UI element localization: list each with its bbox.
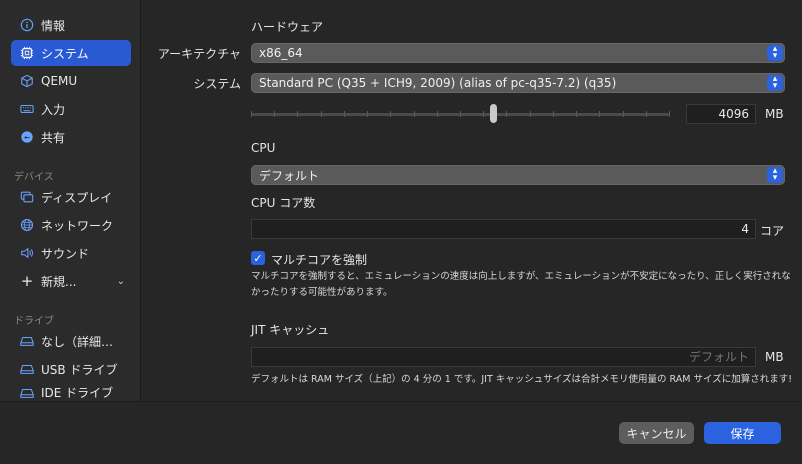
sidebar-item-label: IDE ドライブ xyxy=(41,386,114,400)
sidebar-item-label: ディスプレイ xyxy=(41,190,113,205)
sidebar-item-system[interactable]: システム xyxy=(11,40,131,66)
jit-cache-heading: JIT キャッシュ xyxy=(251,323,330,337)
force-multicore-description-1: マルチコアを強制すると、エミュレーションの速度は向上しますが、エミュレーションが… xyxy=(251,271,791,282)
keyboard-icon xyxy=(19,101,35,117)
slider-tick xyxy=(530,111,531,117)
sidebar-item-display[interactable]: ディスプレイ xyxy=(11,184,131,210)
checkmark-icon: ✓ xyxy=(253,251,263,265)
chevron-down-icon: ⌄ xyxy=(116,275,125,287)
drives-section-title: ドライブ xyxy=(14,316,54,327)
globe-icon xyxy=(19,217,35,233)
slider-tick xyxy=(460,111,461,117)
system-select[interactable]: Standard PC (Q35 + ICH9, 2009) (alias of… xyxy=(251,73,785,93)
settings-panel: ハードウェア アーキテクチャ x86_64 ▴ ▾ システム Standard P… xyxy=(141,0,802,401)
cpu-select[interactable]: デフォルト ▴ ▾ xyxy=(251,165,785,185)
sidebar-item-label: 入力 xyxy=(41,102,66,117)
slider-tick xyxy=(599,111,600,117)
new-device-menu[interactable]: + 新規... ⌄ xyxy=(11,268,131,294)
slider-tick xyxy=(321,111,322,117)
sidebar-item-sound[interactable]: サウンド xyxy=(11,240,131,266)
cancel-button[interactable]: キャンセル xyxy=(619,422,694,444)
sidebar-item-network[interactable]: ネットワーク xyxy=(11,212,131,238)
sidebar-item-label: システム xyxy=(41,46,89,61)
sidebar-item-label: USB ドライブ xyxy=(41,362,118,377)
info-icon xyxy=(19,17,35,33)
chevron-updown-icon: ▴ ▾ xyxy=(767,167,783,183)
sidebar-item-qemu[interactable]: QEMU xyxy=(11,68,131,94)
share-icon xyxy=(19,129,35,145)
sidebar: 情報 システム QEMU 入力 共有 デバイス ディスプレイ ネットワーク サウ… xyxy=(0,0,141,401)
jit-cache-description: デフォルトは RAM サイズ（上記）の 4 分の 1 です。JIT キャッシュサ… xyxy=(251,374,792,385)
drive-icon xyxy=(19,385,35,401)
sidebar-item-label: 情報 xyxy=(41,18,66,33)
slider-tick xyxy=(623,111,624,117)
sidebar-item-label: サウンド xyxy=(41,246,90,261)
slider-tick xyxy=(506,111,507,117)
force-multicore-label: マルチコアを強制 xyxy=(271,253,368,267)
force-multicore-description-2: かったりする可能性があります。 xyxy=(251,287,393,298)
jit-cache-field[interactable] xyxy=(251,347,756,367)
sidebar-item-drive-ide[interactable]: IDE ドライブ xyxy=(11,384,131,401)
footer: キャンセル 保存 xyxy=(0,401,802,464)
sidebar-item-label: 共有 xyxy=(41,130,66,145)
cpu-heading: CPU xyxy=(251,141,276,155)
jit-cache-unit: MB xyxy=(765,350,784,364)
slider-tick xyxy=(274,111,275,117)
memory-field[interactable] xyxy=(686,104,756,124)
slider-tick xyxy=(251,111,252,117)
cpu-cores-unit: コア xyxy=(760,224,785,238)
slider-tick xyxy=(344,111,345,117)
sidebar-item-input[interactable]: 入力 xyxy=(11,96,131,122)
memory-unit: MB xyxy=(765,107,784,121)
sidebar-item-drive-none[interactable]: なし（詳細… xyxy=(11,328,131,354)
slider-tick xyxy=(437,111,438,117)
slider-tick xyxy=(367,111,368,117)
slider-tick xyxy=(414,111,415,117)
sidebar-item-label: ネットワーク xyxy=(41,218,114,233)
sidebar-item-info[interactable]: 情報 xyxy=(11,12,131,38)
sidebar-item-label: QEMU xyxy=(41,74,78,88)
slider-tick xyxy=(483,111,484,117)
chip-icon xyxy=(19,45,35,61)
system-label: システム xyxy=(193,77,241,91)
slider-tick xyxy=(669,111,670,117)
slider-tick xyxy=(553,111,554,117)
memory-slider-knob[interactable] xyxy=(490,104,497,123)
slider-tick xyxy=(576,111,577,117)
sidebar-item-label: なし（詳細… xyxy=(41,334,114,349)
drive-icon xyxy=(19,361,35,377)
sidebar-item-drive-usb[interactable]: USB ドライブ xyxy=(11,356,131,382)
save-button[interactable]: 保存 xyxy=(704,422,781,444)
devices-section-title: デバイス xyxy=(14,172,54,183)
slider-tick xyxy=(297,111,298,117)
sidebar-item-sharing[interactable]: 共有 xyxy=(11,124,131,150)
chevron-updown-icon: ▴ ▾ xyxy=(767,45,783,61)
slider-tick xyxy=(646,111,647,117)
force-multicore-checkbox[interactable]: ✓ xyxy=(251,251,265,265)
plus-icon: + xyxy=(20,272,34,290)
slider-tick xyxy=(390,111,391,117)
new-device-label: 新規... xyxy=(41,274,77,289)
display-icon xyxy=(19,189,35,205)
cpu-cores-field[interactable] xyxy=(251,219,756,239)
system-value: Standard PC (Q35 + ICH9, 2009) (alias of… xyxy=(259,76,617,90)
architecture-select[interactable]: x86_64 ▴ ▾ xyxy=(251,43,785,63)
architecture-value: x86_64 xyxy=(259,46,303,60)
cpu-cores-heading: CPU コア数 xyxy=(251,196,316,210)
cube-icon xyxy=(19,73,35,89)
speaker-icon xyxy=(19,245,35,261)
drive-icon xyxy=(19,333,35,349)
chevron-updown-icon: ▴ ▾ xyxy=(767,75,783,91)
architecture-label: アーキテクチャ xyxy=(157,47,241,61)
hardware-heading: ハードウェア xyxy=(251,20,324,34)
cpu-value: デフォルト xyxy=(259,168,320,183)
